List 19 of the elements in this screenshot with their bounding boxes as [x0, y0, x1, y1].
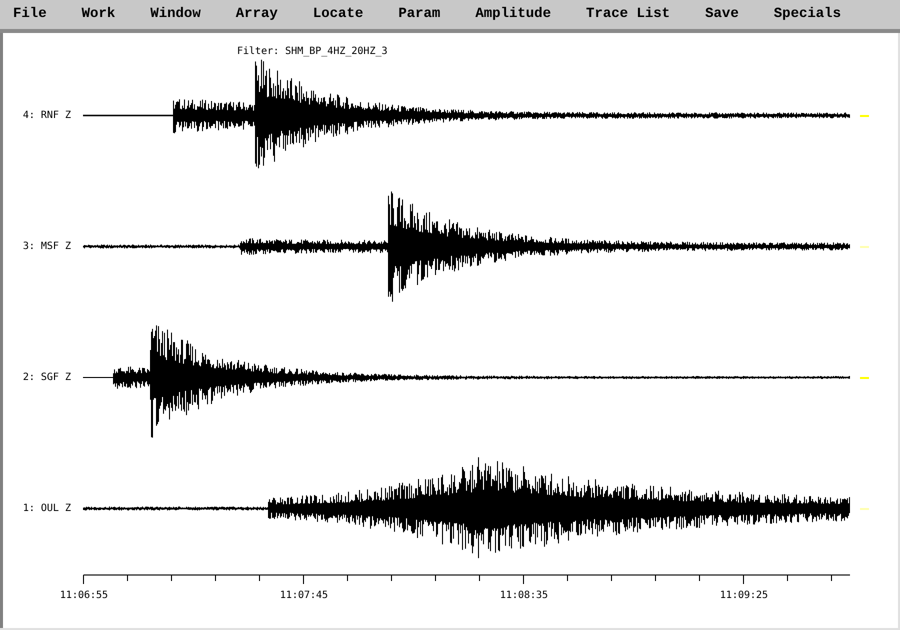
menu-item[interactable]: Amplitude — [468, 4, 558, 25]
menu-item[interactable]: Window — [143, 4, 208, 25]
menu-item[interactable]: File — [6, 4, 54, 25]
menu-item[interactable]: Work — [74, 4, 122, 25]
menu-item[interactable]: Save — [698, 4, 746, 25]
menu-item[interactable]: Trace List — [579, 4, 678, 25]
trace-label: 4: RNF Z — [22, 109, 71, 123]
time-label: 11:09:25 — [720, 589, 768, 603]
trace-label: 1: OUL Z — [22, 502, 71, 516]
menu-item[interactable]: Specials — [766, 4, 848, 25]
time-label: 11:07:45 — [280, 589, 328, 603]
menu-item[interactable]: Array — [228, 4, 285, 25]
menu-item[interactable]: Locate — [306, 4, 370, 25]
time-label: 11:08:35 — [500, 589, 548, 603]
time-label: 11:06:55 — [60, 589, 108, 603]
trace-label: 3: MSF Z — [22, 240, 71, 254]
menu-item[interactable]: Param — [391, 4, 448, 25]
trace-label: 2: SGF Z — [22, 371, 71, 385]
filter-label: Filter: SHM_BP_4HZ_20HZ_3 — [237, 46, 388, 57]
